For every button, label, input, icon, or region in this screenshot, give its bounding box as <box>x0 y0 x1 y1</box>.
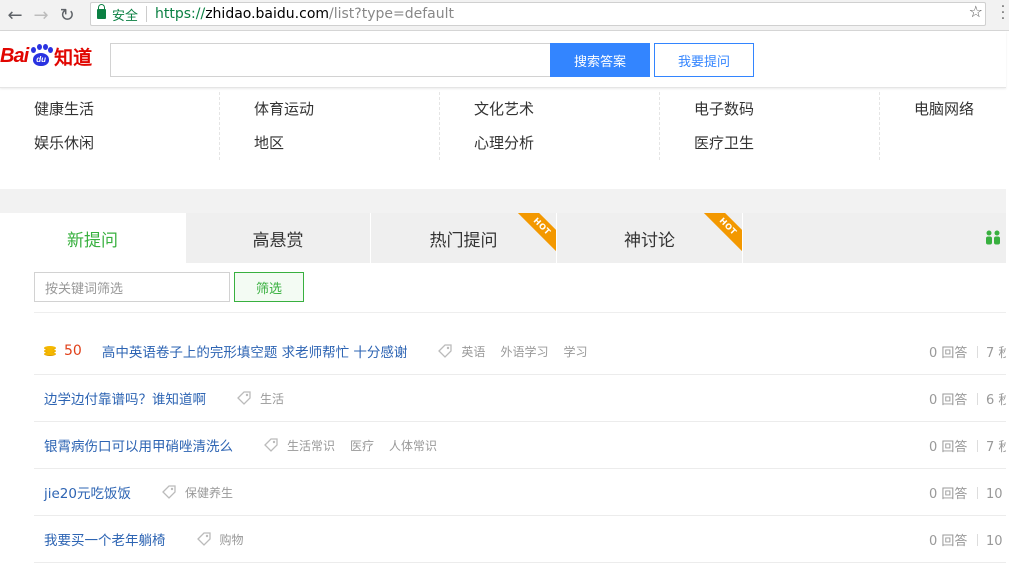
list-item: 银霄病伤口可以用甲硝唑清洗么 生活常识 医疗 人体常识 0 回答 7 秒 <box>34 422 1006 469</box>
question-title[interactable]: 我要买一个老年躺椅 <box>44 529 166 549</box>
tag-link[interactable]: 生活常识 <box>287 437 335 454</box>
answer-count: 0 回答 <box>929 346 968 361</box>
people-icon[interactable] <box>984 229 1002 247</box>
category-link[interactable]: 地区 <box>220 126 439 160</box>
question-time: 10 秒 <box>986 534 1006 549</box>
answer-count: 0 回答 <box>929 534 968 549</box>
tag-icon <box>162 485 176 499</box>
filter-button[interactable]: 筛选 <box>234 272 304 302</box>
section-divider <box>0 189 1006 213</box>
keyword-filter-input[interactable]: 按关键词筛选 <box>34 272 230 302</box>
tag-link[interactable]: 购物 <box>220 531 244 548</box>
list-item: 50 高中英语卷子上的完形填空题 求老师帮忙 十分感谢 英语 外语学习 学习 0… <box>34 328 1006 375</box>
question-title[interactable]: 银霄病伤口可以用甲硝唑清洗么 <box>44 435 233 455</box>
reload-icon[interactable]: ↻ <box>54 2 80 28</box>
category-link[interactable]: 电脑网络 <box>880 92 1006 126</box>
bookmark-star-icon[interactable]: ☆ <box>969 2 983 21</box>
tab-hot-questions[interactable]: 热门提问 HOT <box>371 213 557 263</box>
search-answer-button[interactable]: 搜索答案 <box>550 43 650 77</box>
ask-question-button[interactable]: 我要提问 <box>654 43 754 77</box>
lock-icon <box>97 4 106 19</box>
answer-count: 0 回答 <box>929 440 968 455</box>
category-link[interactable]: 健康生活 <box>0 92 219 126</box>
tag-link[interactable]: 学习 <box>563 343 587 360</box>
tag-link[interactable]: 生活 <box>260 390 284 407</box>
question-tabs: 新提问 高悬赏 热门提问 HOT 神讨论 HOT <box>0 213 1006 263</box>
search-input[interactable] <box>110 43 551 77</box>
tag-link[interactable]: 医疗 <box>350 437 374 454</box>
tag-icon <box>438 344 453 358</box>
question-list: 50 高中英语卷子上的完形填空题 求老师帮忙 十分感谢 英语 外语学习 学习 0… <box>34 328 1006 563</box>
site-header: Bai du 知道 搜索答案 我要提问 <box>0 31 1006 88</box>
question-title[interactable]: jie20元吃饭饭 <box>44 482 131 502</box>
tag-icon <box>196 532 211 546</box>
answer-count: 0 回答 <box>929 393 968 408</box>
paw-icon: du <box>29 44 54 68</box>
baidu-zhidao-logo[interactable]: Bai du 知道 <box>0 41 92 71</box>
question-time: 7 秒 <box>986 346 1006 361</box>
forward-arrow-icon[interactable]: → <box>28 2 54 28</box>
question-time: 7 秒 <box>986 440 1006 455</box>
hot-badge: HOT <box>516 213 556 252</box>
list-item: jie20元吃饭饭 保健养生 0 回答 10 秒 <box>34 469 1006 516</box>
category-nav: 健康生活 娱乐休闲 体育运动 地区 文化艺术 心理分析 电子数码 医疗卫生 电脑… <box>0 88 1006 188</box>
tag-link[interactable]: 英语 <box>461 343 485 360</box>
tag-link[interactable]: 人体常识 <box>389 437 437 454</box>
category-link[interactable]: 体育运动 <box>220 92 439 126</box>
list-item: 边学边付靠谱吗？谁知道啊 生活 0 回答 6 秒 <box>34 375 1006 422</box>
category-link[interactable]: 医疗卫生 <box>660 126 879 160</box>
tab-discussion[interactable]: 神讨论 HOT <box>557 213 743 263</box>
browser-menu-icon[interactable]: · · · <box>997 0 1009 26</box>
category-link[interactable]: 娱乐休闲 <box>0 126 219 160</box>
question-time: 10 秒 <box>986 487 1006 502</box>
url-path: /list?type=default <box>329 6 454 22</box>
reward-value: 50 <box>64 343 82 359</box>
hot-badge: HOT <box>702 213 742 252</box>
coin-icon <box>44 346 56 356</box>
category-link[interactable]: 文化艺术 <box>440 92 659 126</box>
question-title[interactable]: 边学边付靠谱吗？谁知道啊 <box>44 388 206 408</box>
answer-count: 0 回答 <box>929 487 968 502</box>
tag-icon <box>237 391 251 405</box>
tag-icon <box>264 438 278 452</box>
tab-high-reward[interactable]: 高悬赏 <box>186 213 371 263</box>
tag-link[interactable]: 保健养生 <box>185 484 233 501</box>
tag-link[interactable]: 外语学习 <box>500 343 548 360</box>
secure-label: 安全 <box>112 8 139 24</box>
question-title[interactable]: 高中英语卷子上的完形填空题 求老师帮忙 十分感谢 <box>102 341 408 361</box>
list-item: 我要买一个老年躺椅 购物 0 回答 10 秒 <box>34 516 1006 563</box>
question-time: 6 秒 <box>986 393 1006 408</box>
back-arrow-icon[interactable]: ← <box>2 2 28 28</box>
tab-new-questions[interactable]: 新提问 <box>0 213 186 263</box>
url-host: zhidao.baidu.com <box>205 6 330 22</box>
browser-toolbar: ← → ↻ 安全 https://zhidao.baidu.com/list?t… <box>0 0 1009 31</box>
category-link[interactable]: 心理分析 <box>440 126 659 160</box>
url-scheme: https:// <box>155 6 206 22</box>
address-bar[interactable]: 安全 https://zhidao.baidu.com/list?type=de… <box>90 2 986 26</box>
category-link[interactable]: 电子数码 <box>660 92 879 126</box>
